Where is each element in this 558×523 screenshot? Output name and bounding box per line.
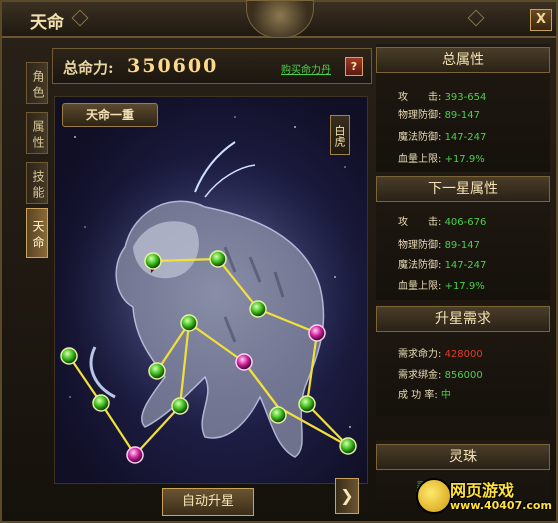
title-bar: 天命 X [2,0,556,38]
constellation-scene [54,96,368,484]
star-node-2[interactable] [209,250,227,268]
destiny-stage-label: 天命一重 [62,103,158,127]
white-tiger-image [65,141,365,458]
star-node-8[interactable] [148,362,166,380]
beast-crest-icon [246,0,314,38]
site-logo-icon [416,478,452,514]
star-node-11[interactable] [126,446,144,464]
star-node-10[interactable] [171,397,189,415]
beast-name-tag: 白虎 [330,115,350,155]
tab-destiny[interactable]: 天命 [26,208,48,258]
next-attr-row: 魔法防御: 147-247 [398,260,487,271]
watermark-url: www.40407.com [450,499,552,512]
star-node-4[interactable] [308,324,326,342]
star-node-14[interactable] [339,437,357,455]
total-power-label: 总命力: [63,59,114,77]
total-attributes-title: 总属性 [376,47,550,73]
help-button[interactable]: ? [345,57,363,76]
star-node-9[interactable] [92,394,110,412]
window-title: 天命 [30,13,64,33]
tab-character[interactable]: 角色 [26,62,48,104]
white-tiger-constellation [60,116,365,464]
total-attr-row: 攻 击: 393-654 [398,92,487,103]
star-node-6[interactable] [235,353,253,371]
close-button[interactable]: X [530,9,552,31]
total-attr-row: 物理防御: 89-147 [398,110,480,121]
next-arrow-button[interactable]: ❯ [335,478,359,514]
tab-skills[interactable]: 技能 [26,162,48,204]
ornament-icon [467,9,485,27]
requirements-title: 升星需求 [376,306,550,332]
next-attr-row: 血量上限: +17.9% [398,281,485,292]
star-node-7[interactable] [60,347,78,365]
total-attr-row: 血量上限: +17.9% [398,154,485,165]
requirement-row: 需求绑金: 856000 [398,370,483,381]
requirement-row: 需求命力: 428000 [398,349,483,360]
star-node-5[interactable] [180,314,198,332]
ornament-icon [71,9,89,27]
star-node-13[interactable] [269,406,287,424]
total-attr-row: 魔法防御: 147-247 [398,132,487,143]
star-node-12[interactable] [298,395,316,413]
auto-upgrade-button[interactable]: 自动升星 [162,488,254,516]
star-node-1[interactable] [144,252,162,270]
watermark-text: 网页游戏 [450,481,515,500]
next-attributes-title: 下一星属性 [376,176,550,202]
next-attr-row: 物理防御: 89-147 [398,240,480,251]
total-power-bar: 总命力: 350600 购买命力丹 ? [52,48,372,84]
star-node-3[interactable] [249,300,267,318]
tab-attributes[interactable]: 属性 [26,112,48,154]
buy-power-link[interactable]: 购买命力丹 [281,61,331,76]
pearl-title: 灵珠 [376,444,550,470]
next-attr-row: 攻 击: 406-676 [398,217,487,228]
total-power-value: 350600 [127,55,219,77]
requirement-row: 成 功 率: 中 [398,390,451,401]
site-watermark: 网页游戏 www.40407.com [402,474,556,520]
